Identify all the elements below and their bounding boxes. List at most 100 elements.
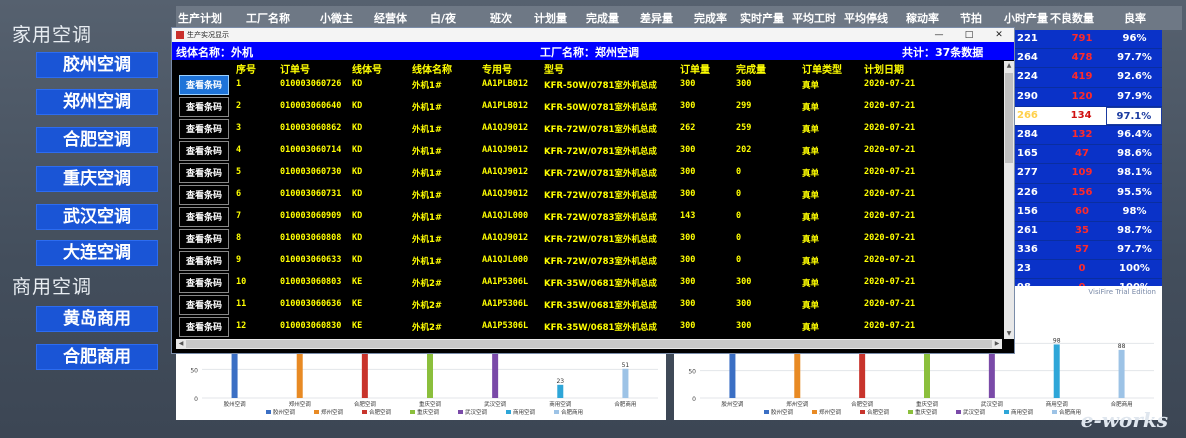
grid-cell: KD — [352, 167, 363, 177]
view-barcode-button[interactable]: 查看条码 — [179, 317, 229, 337]
summary-row: 266 134 97.1% — [1014, 106, 1162, 126]
grid-cell: 300 — [680, 101, 696, 111]
grid-cell: 10 — [236, 277, 247, 287]
grid-cell: 真单 — [802, 147, 820, 157]
bar — [1053, 344, 1060, 398]
legend-swatch — [1052, 410, 1057, 414]
grid-cell: KFR-72W/0781室外机总成 — [544, 169, 657, 179]
vertical-scrollbar[interactable]: ▲ ▼ — [1004, 61, 1014, 339]
data-label: 98 — [1053, 337, 1061, 344]
minimize-icon[interactable]: — — [924, 30, 954, 40]
summary-cell: 35 — [1075, 224, 1089, 236]
view-barcode-button[interactable]: 查看条码 — [179, 75, 229, 95]
grid-cell: KE — [352, 299, 363, 309]
x-tick-label: 重庆空调 — [419, 400, 442, 408]
line-name: 线体名称：外机 — [176, 46, 253, 59]
legend-swatch — [458, 410, 463, 414]
horizontal-scrollbar[interactable]: ◀ ▶ — [176, 339, 1002, 349]
category-commercial-ac: 商用空调 — [12, 276, 93, 298]
production-status-window[interactable]: 生产实况显示 — □ ✕ 线体名称：外机 工厂名称：郑州空调 共计：37条数据 … — [172, 28, 1014, 353]
summary-cell: 132 — [1071, 128, 1093, 140]
scroll-down-icon[interactable]: ▼ — [1004, 329, 1014, 339]
table-row: 查看条码 3 010003060862 KD 外机1# AA1QJ9012 KFR-72W/… — [176, 118, 1002, 140]
grid-cell: 外机2# — [412, 301, 443, 311]
grid-cell: AA1QJ9012 — [482, 167, 529, 177]
table-row: 查看条码 10 010003060803 KE 外机2# AA1P5306L KFR-35W… — [176, 272, 1002, 294]
scroll-right-icon[interactable]: ▶ — [992, 339, 1002, 349]
grid-cell: 9 — [236, 255, 242, 265]
view-barcode-button[interactable]: 查看条码 — [179, 119, 229, 139]
grid-cell: 262 — [680, 123, 696, 133]
grid-cell: 4 — [236, 145, 242, 155]
summary-cell: 96.4% — [1117, 128, 1152, 140]
view-barcode-button[interactable]: 查看条码 — [179, 141, 229, 161]
legend-swatch — [860, 410, 865, 414]
table-row: 查看条码 6 010003060731 KD 外机1# AA1QJ9012 KFR-72W/… — [176, 184, 1002, 206]
grid-cell: 300 — [680, 299, 696, 309]
legend-swatch — [266, 410, 271, 414]
grid-cell: 300 — [680, 167, 696, 177]
nav-button[interactable]: 胶州空调 — [36, 52, 158, 78]
grid-cell: KFR-50W/0781室外机总成 — [544, 81, 657, 91]
grid-cell: KD — [352, 255, 363, 265]
view-barcode-button[interactable]: 查看条码 — [179, 207, 229, 227]
summary-row: 221 791 96% — [1014, 30, 1162, 50]
view-barcode-button[interactable]: 查看条码 — [179, 229, 229, 249]
bar — [231, 312, 238, 398]
window-titlebar[interactable]: 生产实况显示 — □ ✕ — [172, 28, 1014, 42]
grid-cell: 010003060731 — [280, 189, 342, 199]
grid-cell: 0 — [736, 211, 742, 221]
table-row: 查看条码 12 010003060830 KE 外机2# AA1P5306L KFR-35W… — [176, 316, 1002, 338]
grid-cell: 2020-07-21 — [864, 277, 916, 287]
grid-cell: AA1PLB012 — [482, 79, 529, 89]
summary-cell: 336 — [1017, 244, 1038, 256]
summary-header-cell: 不良数量 — [1050, 12, 1094, 25]
grid-cell: 010003060633 — [280, 255, 342, 265]
grid-cell: 010003060909 — [280, 211, 342, 221]
table-row: 查看条码 9 010003060633 KD 外机1# AA1QJL000 KFR-72W/… — [176, 250, 1002, 272]
nav-button[interactable]: 合肥商用 — [36, 344, 158, 370]
view-barcode-button[interactable]: 查看条码 — [179, 273, 229, 293]
maximize-icon[interactable]: □ — [954, 30, 984, 40]
order-grid: 序号 订单号 线体号 线体名称 专用号 型号 订单量 完成量 订单类型 计划日期 查看条码 1 010… — [176, 61, 1002, 349]
view-barcode-button[interactable]: 查看条码 — [179, 97, 229, 117]
nav-button[interactable]: 大连空调 — [36, 240, 158, 266]
summary-header-cell: 工厂名称 — [246, 12, 290, 25]
grid-cell: KFR-35W/0681室外机总成 — [544, 279, 657, 289]
nav-button[interactable]: 武汉空调 — [36, 204, 158, 230]
summary-header-cell: 小微主 — [320, 12, 353, 25]
view-barcode-button[interactable]: 查看条码 — [179, 295, 229, 315]
view-barcode-button[interactable]: 查看条码 — [179, 163, 229, 183]
scroll-left-icon[interactable]: ◀ — [176, 339, 186, 349]
nav-button[interactable]: 郑州空调 — [36, 89, 158, 115]
x-tick-label: 郑州空调 — [289, 400, 312, 408]
nav-button[interactable]: 重庆空调 — [36, 166, 158, 192]
x-tick-label: 合肥空调 — [354, 400, 377, 408]
grid-cell: KD — [352, 101, 363, 111]
grid-cell: 外机2# — [412, 323, 443, 333]
horizontal-scroll-thumb[interactable] — [186, 340, 992, 348]
grid-cell: KD — [352, 189, 363, 199]
scroll-up-icon[interactable]: ▲ — [1004, 61, 1014, 71]
summary-cell: 60 — [1075, 205, 1089, 217]
grid-cell: 真单 — [802, 279, 820, 289]
summary-cell: 47 — [1075, 148, 1089, 160]
summary-cell: 98% — [1122, 205, 1147, 217]
summary-cell: 57 — [1075, 244, 1089, 256]
x-tick-label: 重庆空调 — [916, 400, 939, 408]
grid-cell: 299 — [736, 101, 752, 111]
nav-button[interactable]: 黄岛商用 — [36, 306, 158, 332]
nav-button[interactable]: 合肥空调 — [36, 127, 158, 153]
close-icon[interactable]: ✕ — [984, 30, 1014, 40]
vertical-scroll-thumb[interactable] — [1005, 73, 1013, 163]
legend-swatch — [956, 410, 961, 414]
view-barcode-button[interactable]: 查看条码 — [179, 185, 229, 205]
grid-cell: 2020-07-21 — [864, 233, 916, 243]
summary-cell: 96% — [1122, 33, 1147, 44]
grid-cell: 300 — [680, 189, 696, 199]
summary-cell: 791 — [1071, 33, 1093, 44]
grid-cell: 真单 — [802, 103, 820, 113]
view-barcode-button[interactable]: 查看条码 — [179, 251, 229, 271]
total-count: 共计：37条数据 — [902, 46, 984, 59]
grid-cell: 300 — [680, 255, 696, 265]
